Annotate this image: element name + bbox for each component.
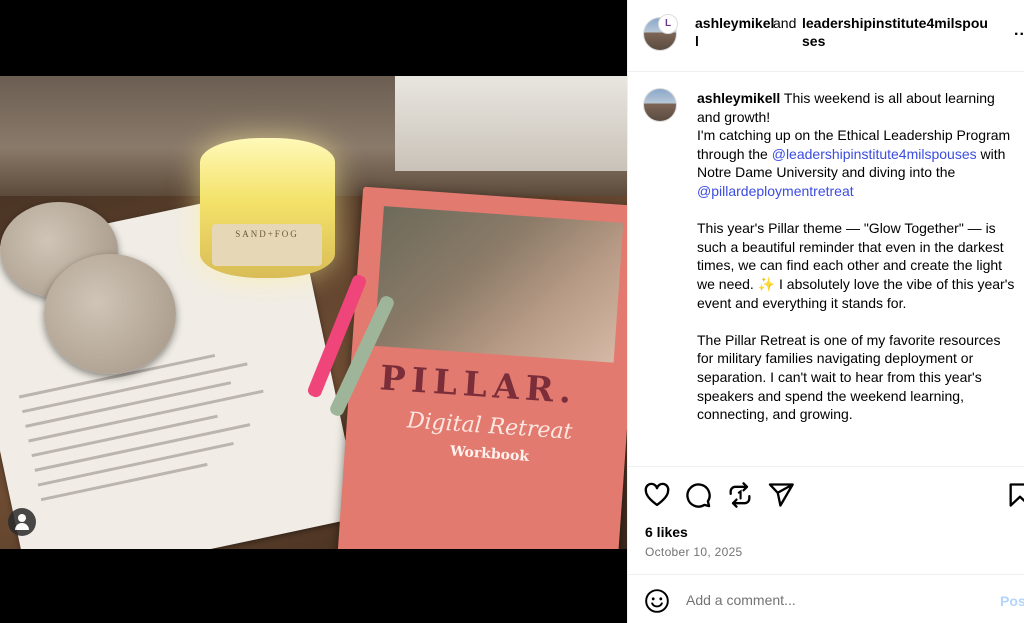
share-send-icon[interactable] xyxy=(767,481,795,509)
post-comment-button[interactable]: Pos xyxy=(1000,593,1024,609)
caption-paragraph-3: The Pillar Retreat is one of my favorite… xyxy=(697,331,1001,423)
comment-input[interactable] xyxy=(686,589,976,611)
more-options-icon[interactable]: ... xyxy=(1014,22,1024,40)
action-bar: 6 likes October 10, 2025 xyxy=(628,466,1024,574)
workbook-cover-photo xyxy=(374,206,624,363)
comment-bubble-icon[interactable] xyxy=(684,481,712,509)
comment-bar: Pos xyxy=(628,574,1024,623)
photo-headphone-right xyxy=(44,254,176,374)
workbook-label: Workbook xyxy=(449,443,530,465)
caption-paragraph-2: This year's Pillar theme — "Glow Togethe… xyxy=(697,220,1015,311)
post-date[interactable]: October 10, 2025 xyxy=(645,545,743,559)
caption-username[interactable]: ashleymikell xyxy=(697,90,780,106)
collaborator-avatar-icon[interactable]: L xyxy=(658,14,678,34)
emoji-icon[interactable] xyxy=(644,588,670,614)
post-photo: SAND+FOG PILLAR. Digital Retreat Workboo… xyxy=(0,76,627,549)
collab-connector: and xyxy=(773,15,797,31)
collaborator-username[interactable]: leadershipinstitute4milspouses xyxy=(802,14,992,50)
workbook-title: PILLAR. xyxy=(378,358,579,413)
tagged-users-icon[interactable] xyxy=(8,508,36,536)
post-header: L ashleymikell and leadershipinstitute4m… xyxy=(628,0,1024,72)
caption-author-avatar[interactable] xyxy=(644,89,676,121)
like-heart-icon[interactable] xyxy=(643,481,671,509)
photo-workbook: PILLAR. Digital Retreat Workbook xyxy=(337,186,627,549)
repost-icon[interactable] xyxy=(726,481,754,509)
post-detail-panel: L ashleymikell and leadershipinstitute4m… xyxy=(627,0,1024,623)
author-username[interactable]: ashleymikell xyxy=(695,14,775,50)
caption-section: ashleymikell This weekend is all about l… xyxy=(628,73,1024,466)
workbook-subtitle: Digital Retreat xyxy=(406,408,574,445)
mention-leadershipinstitute[interactable]: @leadershipinstitute4milspouses xyxy=(772,146,977,162)
candle-label: SAND+FOG xyxy=(212,224,322,266)
mention-pillardeploymentretreat[interactable]: @pillardeploymentretreat xyxy=(697,183,854,199)
photo-background-window xyxy=(395,76,627,171)
caption-text: ashleymikell This weekend is all about l… xyxy=(697,89,1017,442)
post-media[interactable]: SAND+FOG PILLAR. Digital Retreat Workboo… xyxy=(0,0,627,623)
save-bookmark-icon[interactable] xyxy=(1006,481,1024,509)
likes-count[interactable]: 6 likes xyxy=(645,524,688,540)
